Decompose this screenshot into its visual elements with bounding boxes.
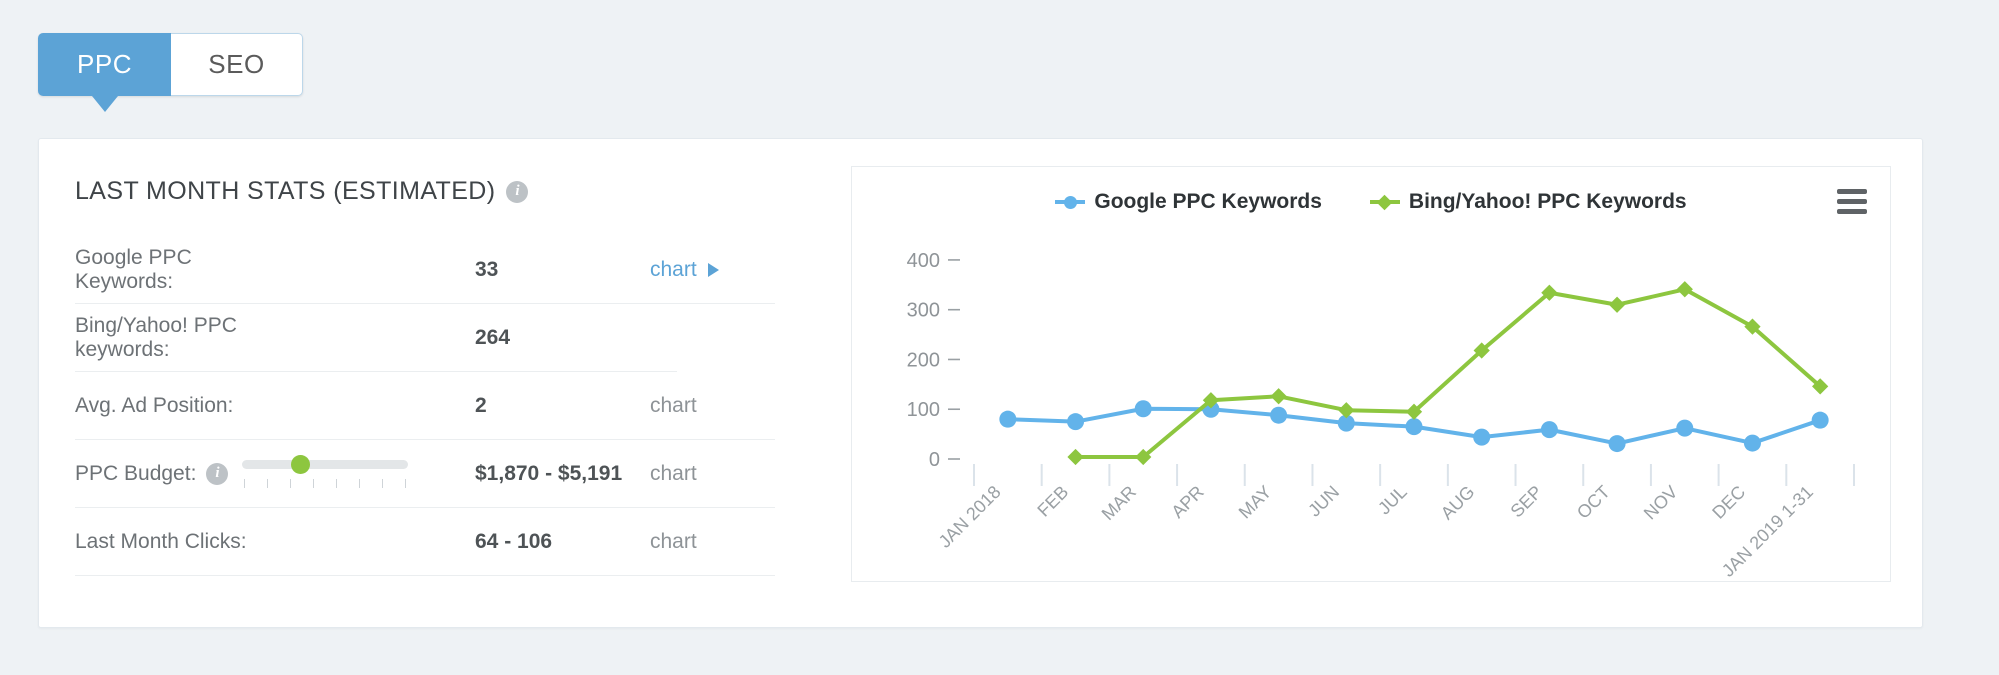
data-point-1[interactable] <box>1608 296 1626 313</box>
data-point-0[interactable] <box>1067 413 1085 431</box>
data-point-0[interactable] <box>999 410 1017 428</box>
table-row: Avg. Ad Position: 2 chart <box>75 372 775 440</box>
data-point-0[interactable] <box>1540 421 1558 439</box>
info-icon[interactable]: i <box>506 180 529 203</box>
chart-link-label: chart <box>650 257 697 281</box>
tab-seo[interactable]: SEO <box>171 33 303 96</box>
stat-value: 33 <box>475 257 499 281</box>
data-point-0[interactable] <box>1608 435 1626 453</box>
chart-plot-area: 0 100 200 300 400 JAN 2018 FEB MAR APR MAY JUN JUL A… <box>852 167 1890 581</box>
stat-label: Google PPC Keywords: <box>75 245 192 293</box>
data-point-0[interactable] <box>1473 428 1491 446</box>
chart-link-ppc-budget[interactable]: chart <box>650 462 697 486</box>
y-axis-tick-label: 0 <box>929 449 940 471</box>
ppc-keywords-chart: Google PPC Keywords Bing/Yahoo! PPC Keyw… <box>851 166 1891 582</box>
stat-value: 264 <box>475 325 511 349</box>
data-point-0[interactable] <box>1743 434 1761 452</box>
stat-label: Last Month Clicks: <box>75 529 247 553</box>
x-axis-tick-label: AUG <box>1437 482 1479 524</box>
last-month-stats-panel: LAST MONTH STATS (ESTIMATED) i Google PP… <box>72 139 802 576</box>
tab-bar: PPC SEO <box>38 33 303 112</box>
data-point-0[interactable] <box>1811 411 1829 429</box>
slider-track[interactable] <box>242 454 409 474</box>
tab-seo-label: SEO <box>208 49 265 79</box>
x-axis-tick-label: OCT <box>1573 482 1614 523</box>
data-point-0[interactable] <box>1134 400 1152 418</box>
data-point-1[interactable] <box>1067 448 1084 466</box>
data-point-1[interactable] <box>1270 388 1287 405</box>
page-title: LAST MONTH STATS (ESTIMATED) <box>75 177 496 205</box>
y-axis-tick-label: 200 <box>907 349 940 371</box>
table-row: Google PPC Keywords: 33 chart <box>75 236 775 304</box>
x-axis-tick-label: MAR <box>1098 482 1140 524</box>
stats-card: LAST MONTH STATS (ESTIMATED) i Google PP… <box>38 138 1923 628</box>
ppc-budget-slider[interactable] <box>242 454 409 488</box>
stat-value: 64 - 106 <box>475 529 553 553</box>
table-row: Last Month Clicks: 64 - 106 chart <box>75 508 775 576</box>
tab-ppc-label: PPC <box>77 49 132 79</box>
table-row: PPC Budget: i $1,870 - $5,191 chart <box>75 440 775 508</box>
data-point-1[interactable] <box>1676 281 1693 298</box>
chart-link-label: chart <box>650 529 697 553</box>
panel-header: LAST MONTH STATS (ESTIMATED) i <box>75 177 802 206</box>
x-axis-tick-label: FEB <box>1033 482 1072 521</box>
stats-list: Google PPC Keywords: 33 chart Bing/Yahoo… <box>75 236 802 576</box>
chart-link-last-month-clicks[interactable]: chart <box>650 530 697 554</box>
stat-value: 2 <box>475 393 487 417</box>
chart-link-label: chart <box>650 461 697 485</box>
chart-svg: 0 100 200 300 400 JAN 2018 FEB MAR APR MAY JUN JUL A… <box>907 250 1855 581</box>
x-axis-tick-label: JUN <box>1304 482 1343 521</box>
stat-label: Avg. Ad Position: <box>75 393 234 417</box>
y-axis-tick-label: 300 <box>907 300 940 322</box>
x-axis-tick-label: JUL <box>1374 482 1411 519</box>
stat-label: Bing/Yahoo! PPC keywords: <box>75 313 237 361</box>
stat-label: PPC Budget: <box>75 461 197 485</box>
x-axis-tick-label: MAY <box>1235 482 1276 523</box>
slider-ticks <box>242 478 408 488</box>
chart-link-google-ppc-keywords[interactable]: chart <box>650 258 719 282</box>
x-axis-tick-label: DEC <box>1708 482 1749 523</box>
page-root: PPC SEO LAST MONTH STATS (ESTIMATED) i G… <box>0 0 1999 675</box>
y-axis-tick-label: 100 <box>907 399 940 421</box>
data-point-0[interactable] <box>1270 406 1288 424</box>
row-label-wrap: PPC Budget: i <box>75 454 475 488</box>
chart-link-avg-ad-position[interactable]: chart <box>650 394 697 418</box>
x-axis-tick-label: SEP <box>1507 482 1547 522</box>
row-label-wrap: Avg. Ad Position: <box>75 394 475 418</box>
play-triangle-icon <box>707 262 719 277</box>
x-axis-tick-label: NOV <box>1640 482 1682 524</box>
x-axis-tick-label: APR <box>1167 482 1207 522</box>
data-point-1[interactable] <box>1338 402 1355 419</box>
row-label-wrap: Last Month Clicks: <box>75 530 475 554</box>
data-point-0[interactable] <box>1676 419 1694 437</box>
slider-thumb[interactable] <box>290 454 310 474</box>
row-label-wrap: Bing/Yahoo! PPC keywords: <box>75 314 475 362</box>
stat-value: $1,870 - $5,191 <box>475 461 623 485</box>
x-axis-tick-label: JAN 2018 <box>935 482 1005 552</box>
y-axis-tick-label: 400 <box>907 250 940 272</box>
data-point-0[interactable] <box>1405 418 1423 436</box>
ppc-budget-info-icon[interactable]: i <box>206 462 229 485</box>
chart-link-label: chart <box>650 393 697 417</box>
tab-ppc[interactable]: PPC <box>38 33 171 112</box>
table-row: Bing/Yahoo! PPC keywords: 264 <box>75 304 677 372</box>
row-label-wrap: Google PPC Keywords: <box>75 246 475 294</box>
